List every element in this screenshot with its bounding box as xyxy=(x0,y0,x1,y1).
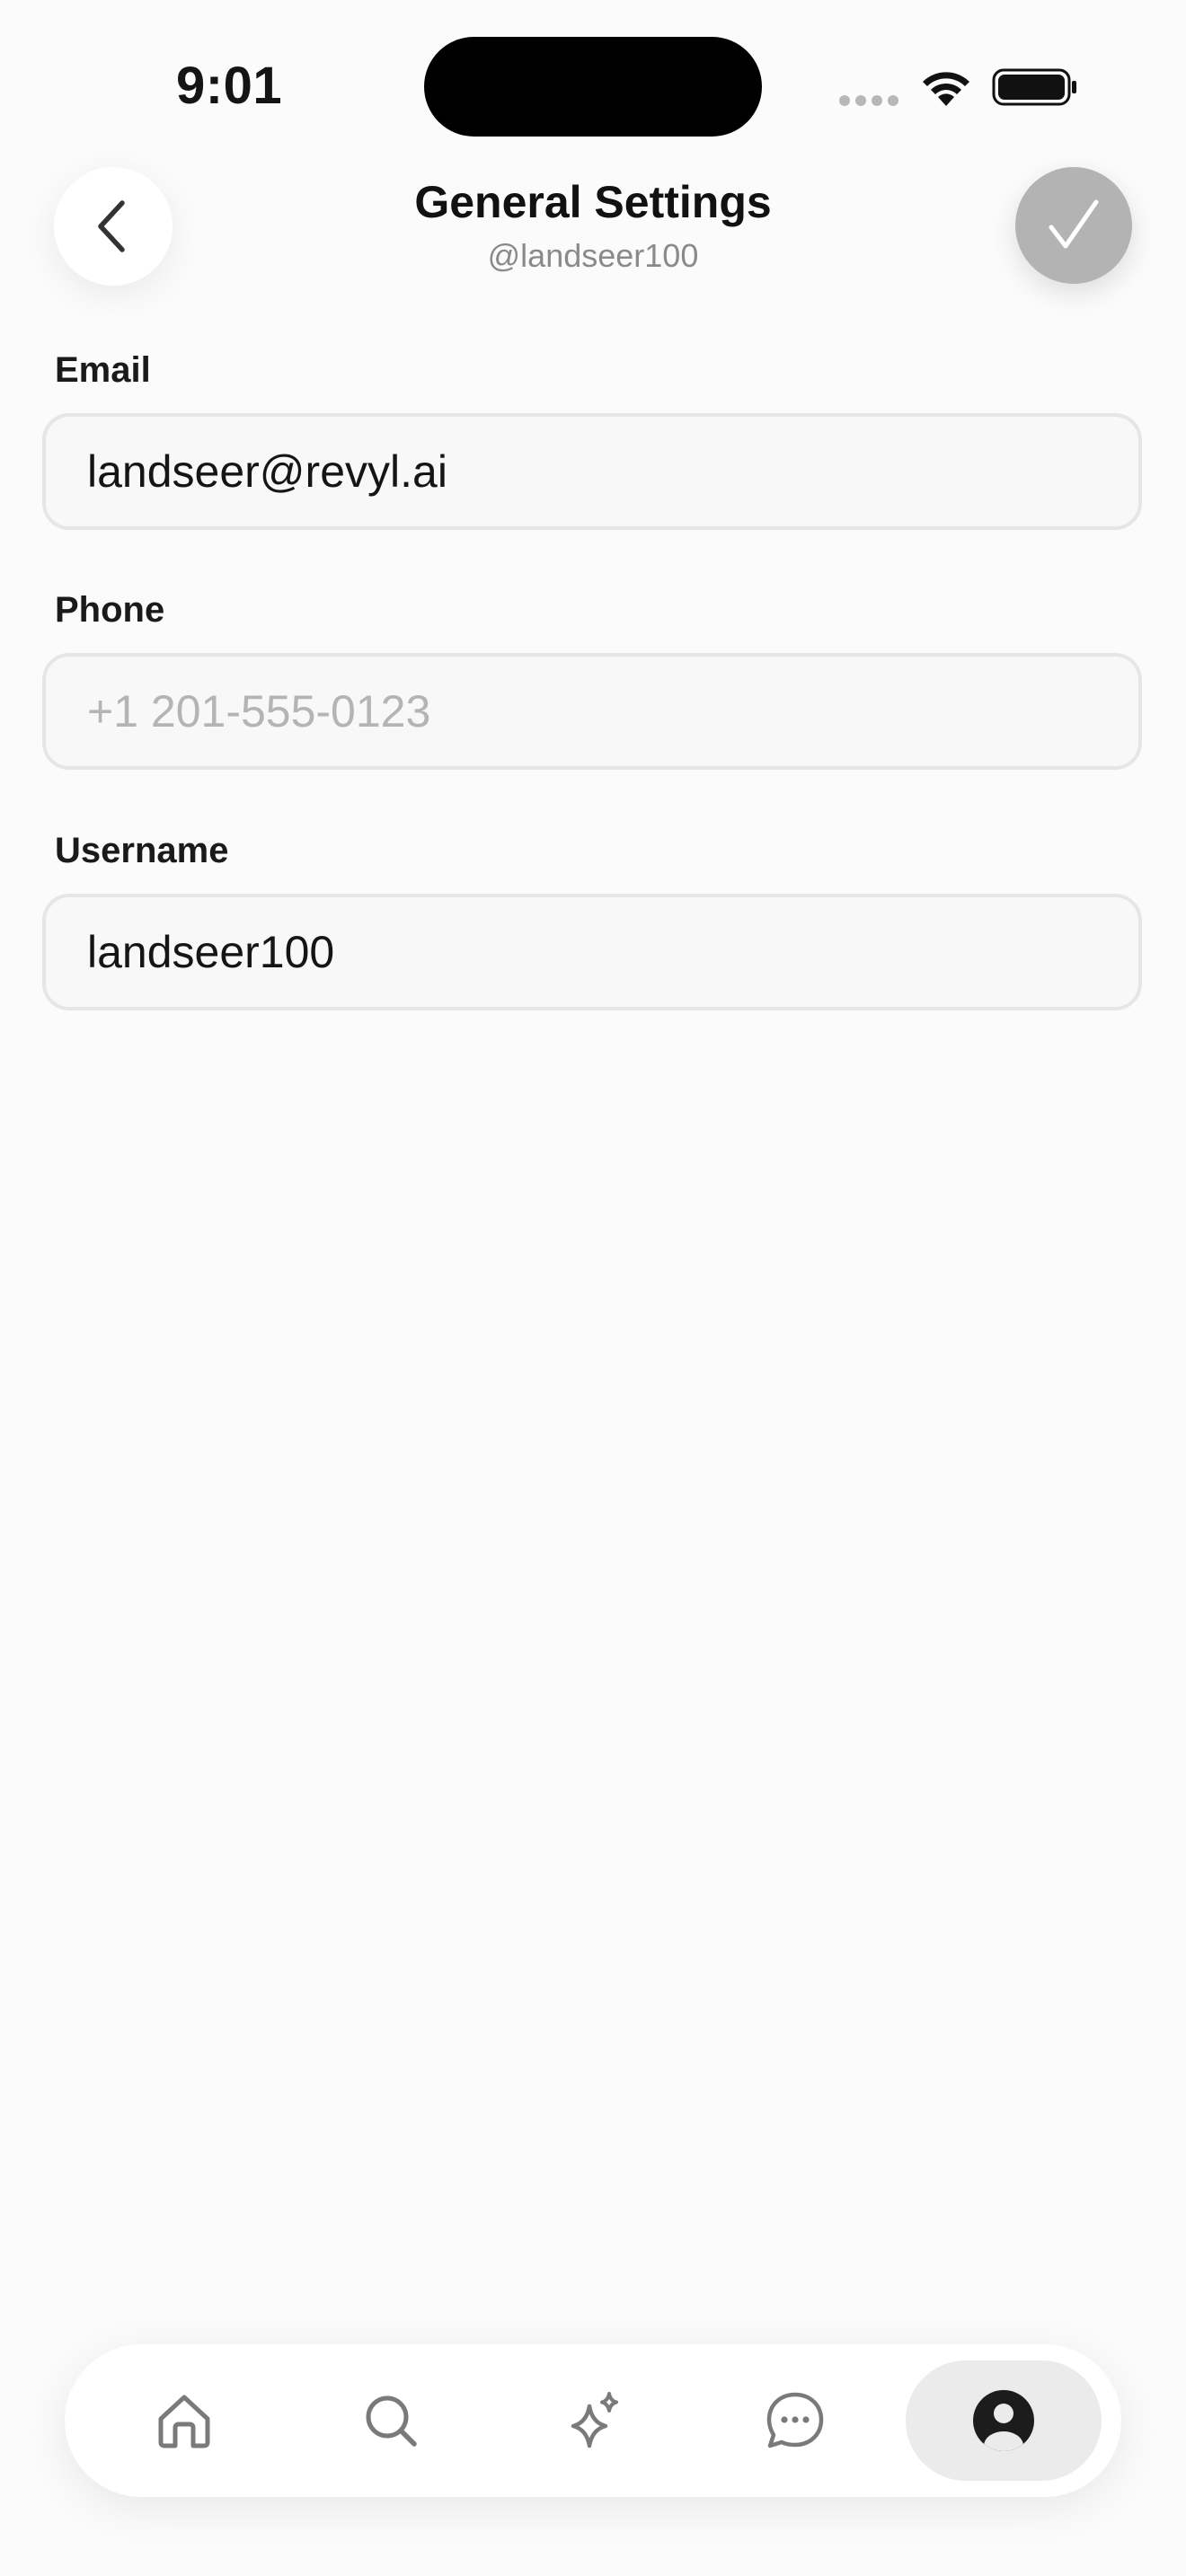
search-icon xyxy=(366,2395,417,2447)
username-label: Username xyxy=(55,831,229,870)
wifi-icon xyxy=(923,72,969,106)
status-time: 9:01 xyxy=(176,57,283,115)
sparkle-icon xyxy=(571,2392,618,2448)
username-field-container xyxy=(42,894,1142,1010)
email-label: Email xyxy=(55,350,151,390)
battery-icon xyxy=(992,68,1076,106)
page-title: General Settings xyxy=(414,177,772,227)
chat-bubble-icon xyxy=(766,2392,824,2448)
phone-field[interactable] xyxy=(46,657,1138,766)
dynamic-island xyxy=(424,37,762,137)
home-icon xyxy=(158,2395,210,2448)
tab-bar xyxy=(65,2344,1121,2497)
tab-ai[interactable] xyxy=(533,2360,653,2481)
tab-messages[interactable] xyxy=(735,2360,855,2481)
status-indicators xyxy=(839,63,1082,108)
tab-home[interactable] xyxy=(124,2360,244,2481)
username-field[interactable] xyxy=(46,897,1138,1007)
phone-label: Phone xyxy=(55,590,165,630)
checkmark-icon xyxy=(1049,199,1099,249)
tab-search[interactable] xyxy=(331,2360,451,2481)
phone-field-container xyxy=(42,653,1142,770)
profile-icon xyxy=(973,2390,1034,2451)
cellular-signal-icon xyxy=(839,95,898,106)
email-field-container xyxy=(42,413,1142,530)
confirm-button[interactable] xyxy=(1015,167,1132,284)
page-subtitle: @landseer100 xyxy=(487,237,699,274)
tab-profile[interactable] xyxy=(906,2360,1102,2481)
email-field[interactable] xyxy=(46,417,1138,526)
